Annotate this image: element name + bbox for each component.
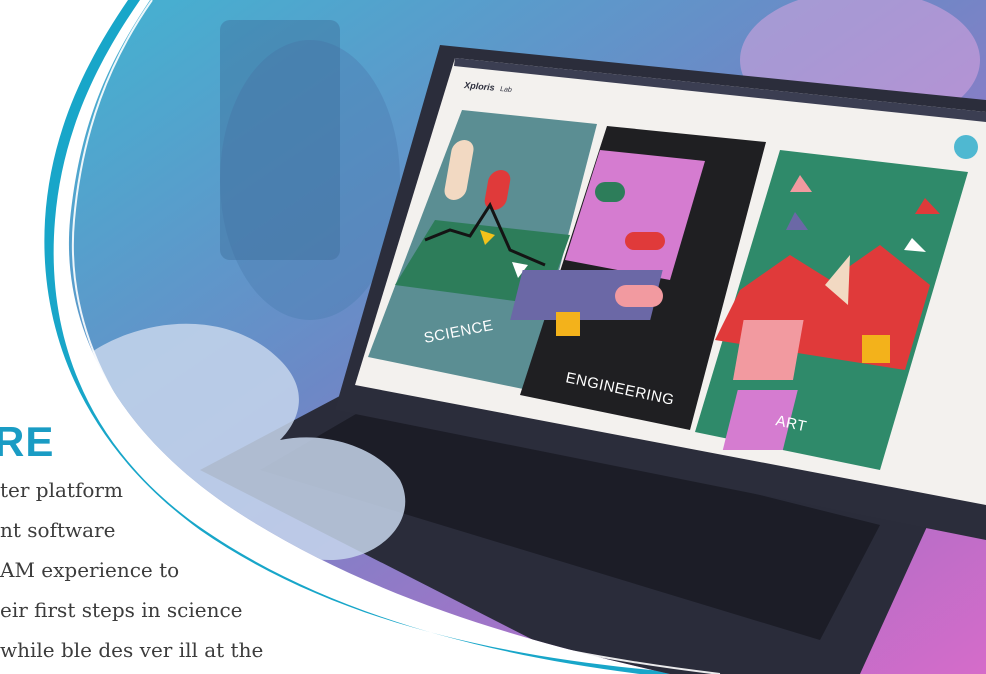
body-line-2: nt software xyxy=(0,518,116,542)
body-line-3: AM experience to xyxy=(0,558,180,582)
body-line-1: ter platform xyxy=(0,478,123,502)
app-subtitle: Lab xyxy=(500,86,512,94)
body-line-5: while ble des ver ill at the xyxy=(0,638,264,662)
section-heading: RE xyxy=(0,418,55,465)
bluetooth-icon[interactable] xyxy=(954,135,978,159)
body-line-4: eir first steps in science xyxy=(0,598,243,622)
